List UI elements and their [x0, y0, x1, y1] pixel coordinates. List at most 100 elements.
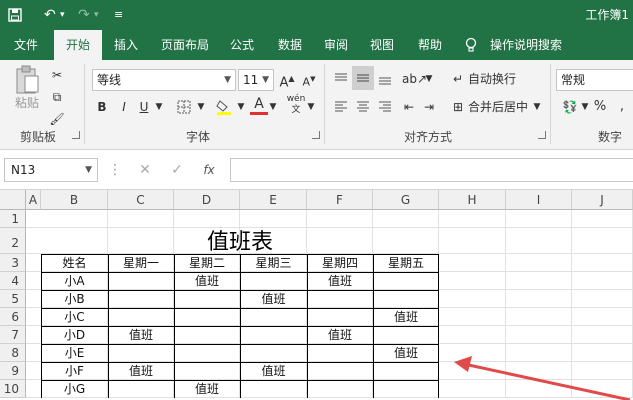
table-cell[interactable]: 值班 — [240, 362, 307, 380]
font-name-select[interactable]: 等线 ▼ — [92, 69, 236, 91]
lightbulb-icon[interactable] — [462, 30, 480, 60]
row-header[interactable]: 1 — [0, 210, 26, 228]
table-cell[interactable] — [373, 326, 439, 344]
tab-file[interactable]: 文件 — [6, 30, 46, 60]
drag-handle-icon[interactable]: ⋮ — [108, 159, 122, 181]
merge-center-icon[interactable]: ⊞ — [450, 96, 466, 118]
table-cell[interactable]: 小G — [41, 380, 108, 398]
select-all-corner[interactable] — [0, 190, 26, 210]
table-cell[interactable] — [373, 362, 439, 380]
increase-font-icon[interactable]: A▲ — [278, 68, 296, 94]
row-header[interactable]: 8 — [0, 344, 26, 362]
table-cell[interactable]: 值班 — [174, 380, 240, 398]
column-header[interactable]: D — [174, 190, 240, 210]
undo-icon[interactable]: ↶ — [44, 5, 56, 25]
row-header[interactable]: 2 — [0, 228, 26, 254]
column-header[interactable]: A — [26, 190, 41, 210]
number-format-select[interactable]: 常规 — [556, 69, 633, 91]
cut-icon[interactable]: ✂ — [48, 64, 66, 86]
merge-dropdown-icon[interactable]: ▼ — [532, 96, 542, 118]
table-cell[interactable] — [108, 272, 174, 290]
table-header-cell[interactable]: 星期四 — [307, 254, 373, 272]
align-top-icon[interactable] — [332, 68, 350, 92]
table-cell[interactable] — [307, 344, 373, 362]
sheet-title[interactable]: 值班表 — [41, 228, 439, 255]
row-header[interactable]: 5 — [0, 290, 26, 308]
table-cell[interactable] — [174, 362, 240, 380]
font-color-dropdown-icon[interactable]: ▼ — [268, 96, 278, 118]
wrap-text-button[interactable]: 自动换行 — [468, 68, 516, 90]
table-cell[interactable] — [174, 344, 240, 362]
table-cell[interactable]: 值班 — [307, 272, 373, 290]
table-cell[interactable] — [307, 308, 373, 326]
tab-formulas[interactable]: 公式 — [222, 30, 262, 60]
save-icon[interactable] — [8, 5, 22, 28]
font-size-select[interactable]: 11 ▼ — [238, 69, 274, 91]
table-cell[interactable]: 小B — [41, 290, 108, 308]
table-cell[interactable]: 值班 — [373, 344, 439, 362]
align-middle-icon[interactable] — [352, 66, 374, 90]
column-header[interactable]: J — [572, 190, 633, 210]
decrease-indent-icon[interactable]: ⇤ — [400, 96, 418, 118]
table-cell[interactable]: 小A — [41, 272, 108, 290]
table-header-cell[interactable]: 姓名 — [41, 254, 108, 272]
table-cell[interactable] — [174, 290, 240, 308]
table-cell[interactable] — [108, 308, 174, 326]
table-header-cell[interactable]: 星期二 — [174, 254, 240, 272]
tab-insert[interactable]: 插入 — [106, 30, 146, 60]
table-cell[interactable] — [240, 326, 307, 344]
table-cell[interactable] — [240, 308, 307, 326]
redo-icon[interactable]: ↷ — [78, 5, 90, 25]
underline-dropdown-icon[interactable]: ▼ — [154, 96, 164, 118]
table-header-cell[interactable]: 星期三 — [240, 254, 307, 272]
table-cell[interactable] — [373, 380, 439, 398]
column-header[interactable]: H — [439, 190, 506, 210]
merge-center-button[interactable]: 合并后居中 — [468, 96, 528, 118]
borders-icon[interactable] — [174, 96, 194, 121]
row-header[interactable]: 6 — [0, 308, 26, 326]
row-header[interactable]: 7 — [0, 326, 26, 344]
paste-button[interactable]: 粘贴 — [8, 92, 46, 114]
tab-help[interactable]: 帮助 — [410, 30, 450, 60]
bold-button[interactable]: B — [94, 96, 110, 118]
insert-function-button[interactable]: fx — [198, 159, 220, 181]
tab-home[interactable]: 开始 — [54, 30, 102, 60]
clipboard-launcher-icon[interactable] — [72, 131, 80, 139]
italic-button[interactable]: I — [116, 96, 132, 118]
column-header[interactable]: I — [506, 190, 572, 210]
table-cell[interactable] — [240, 272, 307, 290]
table-cell[interactable]: 小F — [41, 362, 108, 380]
borders-dropdown-icon[interactable]: ▼ — [196, 96, 206, 118]
table-cell[interactable] — [307, 380, 373, 398]
column-header[interactable]: F — [307, 190, 373, 210]
phonetic-dropdown-icon[interactable]: ▼ — [306, 96, 316, 118]
align-left-icon[interactable] — [332, 96, 350, 120]
table-cell[interactable]: 值班 — [240, 290, 307, 308]
table-cell[interactable]: 值班 — [373, 308, 439, 326]
accounting-format-icon[interactable]: 💱 — [560, 96, 580, 118]
percent-button[interactable]: % — [592, 96, 608, 118]
column-header[interactable]: C — [108, 190, 174, 210]
table-header-cell[interactable]: 星期五 — [373, 254, 439, 272]
row-header[interactable]: 9 — [0, 362, 26, 380]
tab-review[interactable]: 审阅 — [316, 30, 356, 60]
table-cell[interactable] — [174, 326, 240, 344]
undo-dropdown-icon[interactable]: ▾ — [60, 5, 65, 25]
formula-input[interactable] — [230, 158, 633, 182]
fill-dropdown-icon[interactable]: ▼ — [236, 96, 246, 118]
table-cell[interactable]: 小D — [41, 326, 108, 344]
column-header[interactable]: G — [373, 190, 439, 210]
row-header[interactable]: 10 — [0, 380, 26, 398]
table-cell[interactable] — [307, 362, 373, 380]
table-cell[interactable] — [373, 272, 439, 290]
table-cell[interactable] — [108, 290, 174, 308]
align-center-icon[interactable] — [354, 96, 372, 120]
table-cell[interactable] — [373, 290, 439, 308]
copy-icon[interactable]: ⧉ — [48, 86, 66, 108]
table-cell[interactable] — [108, 344, 174, 362]
name-box[interactable]: N13 ▼ — [4, 158, 98, 182]
tab-view[interactable]: 视图 — [362, 30, 402, 60]
table-cell[interactable] — [240, 344, 307, 362]
enter-icon[interactable]: ✓ — [168, 159, 186, 181]
row-header[interactable]: 3 — [0, 254, 26, 272]
